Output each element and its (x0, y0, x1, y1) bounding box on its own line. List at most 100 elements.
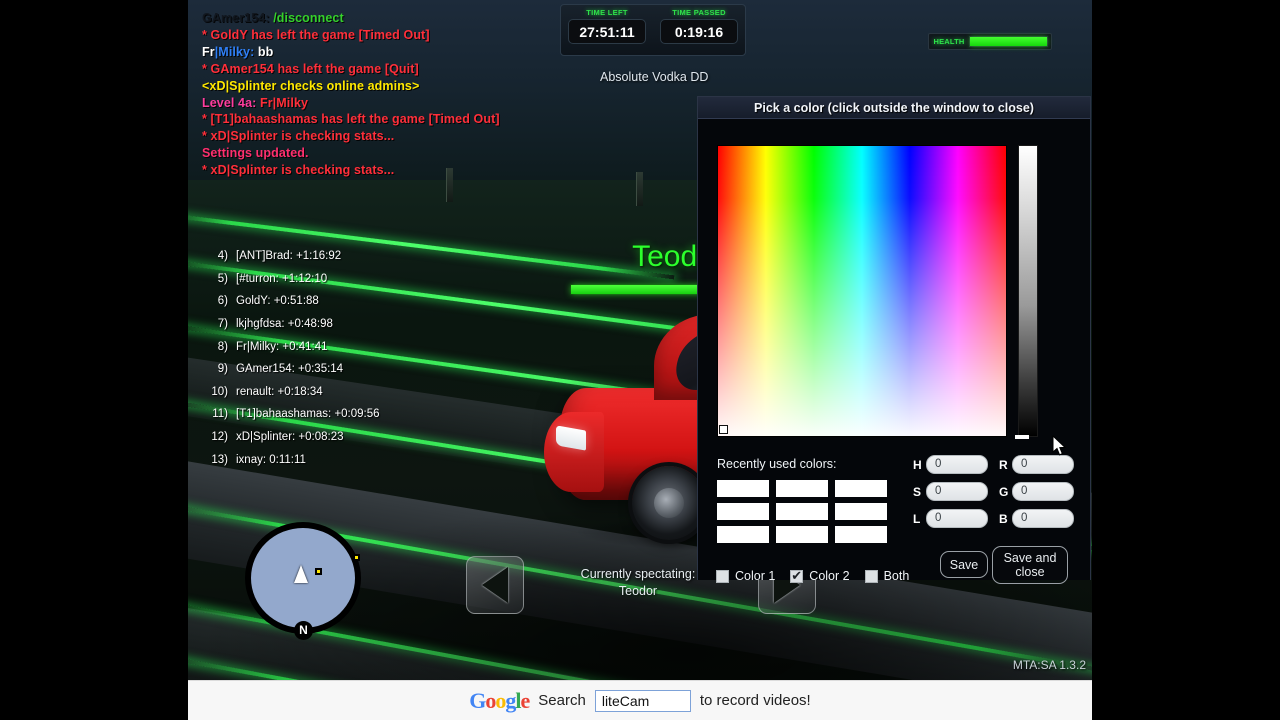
recent-color-swatch[interactable] (717, 480, 769, 497)
scoreboard-rank: 7) (217, 318, 228, 331)
google-logo-letter: g (505, 687, 516, 713)
chat-text: Settings updated. (202, 146, 309, 161)
chat-text: /disconnect (273, 11, 344, 25)
chat-text: * GAmer154 has left the game [Quit] (202, 61, 419, 76)
saturation-field-row: S 0 (913, 482, 988, 501)
checkbox-label: Color 2 (809, 569, 850, 583)
chat-line: Settings updated. (202, 145, 622, 162)
chat-line: * GAmer154 has left the game [Quit] (202, 61, 622, 78)
recent-colors-grid[interactable] (717, 480, 887, 543)
scoreboard-rank: 10) (211, 385, 228, 398)
spectate-previous-button[interactable] (466, 556, 524, 614)
timer-time-passed: TIME PASSED 0:19:16 (653, 5, 745, 55)
hue-field-row: H 0 (913, 455, 988, 474)
rgb-fields: R 0 G 0 B 0 (999, 455, 1074, 536)
saturation-label: S (913, 484, 922, 499)
radar-player-arrow-icon (293, 565, 308, 583)
spectate-player: Teodor (618, 584, 658, 598)
scoreboard-entry: renault: +0:18:34 (236, 385, 323, 398)
recent-color-swatch[interactable] (776, 526, 828, 543)
chat-text: * xD|Splinter is checking stats... (202, 163, 395, 178)
scoreboard-entry: [T1]bahaashamas: +0:09:56 (236, 408, 380, 421)
scoreboard-row: 12) xD|Splinter: +0:08:23 (202, 426, 512, 449)
chat-line: * xD|Splinter is checking stats... (202, 128, 622, 145)
chat-line: * xD|Splinter is checking stats... (202, 162, 622, 179)
version-label: MTA:SA 1.3.2 (1012, 658, 1086, 672)
google-logo-letter: e (520, 687, 531, 713)
scoreboard-entry: ixnay: 0:11:11 (236, 453, 306, 466)
chat-line: * [T1]bahaashamas has left the game [Tim… (202, 111, 622, 128)
red-field-row: R 0 (999, 455, 1074, 474)
color-gradient-marker[interactable] (719, 425, 728, 434)
scoreboard-rank: 9) (217, 363, 228, 376)
blue-input[interactable]: 0 (1012, 509, 1074, 528)
chat-text: Fr (202, 44, 215, 59)
timer-passed-value: 0:19:16 (660, 19, 738, 44)
chat-text: * [T1]bahaashamas has left the game [Tim… (202, 112, 500, 127)
scoreboard-rank: 13) (211, 453, 228, 466)
recent-color-swatch[interactable] (776, 480, 828, 497)
checkbox-empty-icon[interactable] (716, 569, 729, 583)
chat-text: * GoldY has left the game [Timed Out] (202, 27, 430, 42)
red-input[interactable]: 0 (1012, 455, 1074, 474)
chat-text: bb (254, 44, 274, 59)
recent-color-swatch[interactable] (835, 526, 887, 543)
recent-color-swatch[interactable] (835, 503, 887, 520)
scoreboard-entry: Fr|Milky: +0:41:41 (236, 340, 328, 353)
luminance-slider-knob[interactable] (1015, 435, 1029, 439)
recent-color-swatch[interactable] (776, 503, 828, 520)
green-input[interactable]: 0 (1012, 482, 1074, 501)
vehicle-front-wheel (632, 466, 706, 540)
search-input[interactable] (594, 689, 691, 712)
scoreboard-rank: 12) (211, 431, 228, 444)
luminance-slider[interactable] (1018, 145, 1038, 437)
tail-text: to record videos! (699, 692, 811, 709)
triangle-left-icon (482, 567, 508, 603)
search-label: Search (538, 692, 586, 709)
letterbox-right (1092, 0, 1280, 720)
luminance-input[interactable]: 0 (926, 509, 988, 528)
health-fill (970, 37, 1047, 46)
radar-minimap: N (245, 522, 361, 640)
color-target-checkboxes: Color 1 Color 2 Both (716, 567, 909, 584)
scoreboard: 4) [ANT]Brad: +1:16:92 5) [#turron: +1:12:1… (202, 245, 512, 471)
chat-line: * GoldY has left the game [Timed Out] (202, 27, 622, 44)
chat-line: <xD|Splinter checks online admins> (202, 78, 622, 95)
health-label: HEALTH (933, 37, 965, 46)
checkmark-icon[interactable] (790, 567, 804, 584)
radar-blip (315, 568, 323, 575)
scoreboard-row: 11) [T1]bahaashamas: +0:09:56 (202, 403, 512, 426)
scoreboard-rank: 11) (212, 408, 228, 421)
letterbox-left (0, 0, 188, 720)
chat-log: GAmer154: /disconnect * GoldY has left th… (202, 10, 622, 179)
scoreboard-row: 9) GAmer154: +0:35:14 (202, 358, 512, 381)
scoreboard-entry: xD|Splinter: +0:08:23 (236, 431, 344, 444)
chat-text: GAmer154: (202, 11, 274, 25)
scoreboard-rank: 8) (217, 340, 228, 353)
checkbox-empty-icon[interactable] (864, 569, 878, 583)
scoreboard-rank: 6) (217, 295, 228, 308)
scoreboard-row: 6) GoldY: +0:51:88 (202, 290, 512, 313)
recent-color-swatch[interactable] (835, 480, 887, 497)
google-logo: Google (469, 687, 531, 714)
hue-label: H (913, 457, 922, 472)
recent-colors-label: Recently used colors: (717, 457, 837, 471)
save-and-close-button[interactable]: Save and close (992, 546, 1068, 584)
screen-root: GAmer154: /disconnect * GoldY has left th… (0, 0, 1280, 720)
checkbox-color-2[interactable]: Color 2 (790, 567, 850, 584)
hue-input[interactable]: 0 (926, 455, 988, 474)
recent-color-swatch[interactable] (717, 526, 769, 543)
vehicle-nose (544, 412, 604, 492)
color-picker-body: Recently used colors: H 0 S 0 L 0 R 0 G … (698, 119, 1090, 584)
checkbox-both[interactable]: Both (864, 569, 909, 583)
google-logo-letter: o (485, 687, 496, 713)
recent-color-swatch[interactable] (717, 503, 769, 520)
color-gradient-field[interactable] (717, 145, 1007, 437)
save-button[interactable]: Save (940, 551, 988, 578)
color-picker-dialog[interactable]: Pick a color (click outside the window t… (697, 96, 1091, 584)
hsl-fields: H 0 S 0 L 0 (913, 455, 988, 536)
checkbox-color-1[interactable]: Color 1 (716, 569, 775, 583)
scoreboard-row: 10) renault: +0:18:34 (202, 381, 512, 404)
scoreboard-row: 13) ixnay: 0:11:11 (202, 448, 512, 471)
saturation-input[interactable]: 0 (926, 482, 988, 501)
